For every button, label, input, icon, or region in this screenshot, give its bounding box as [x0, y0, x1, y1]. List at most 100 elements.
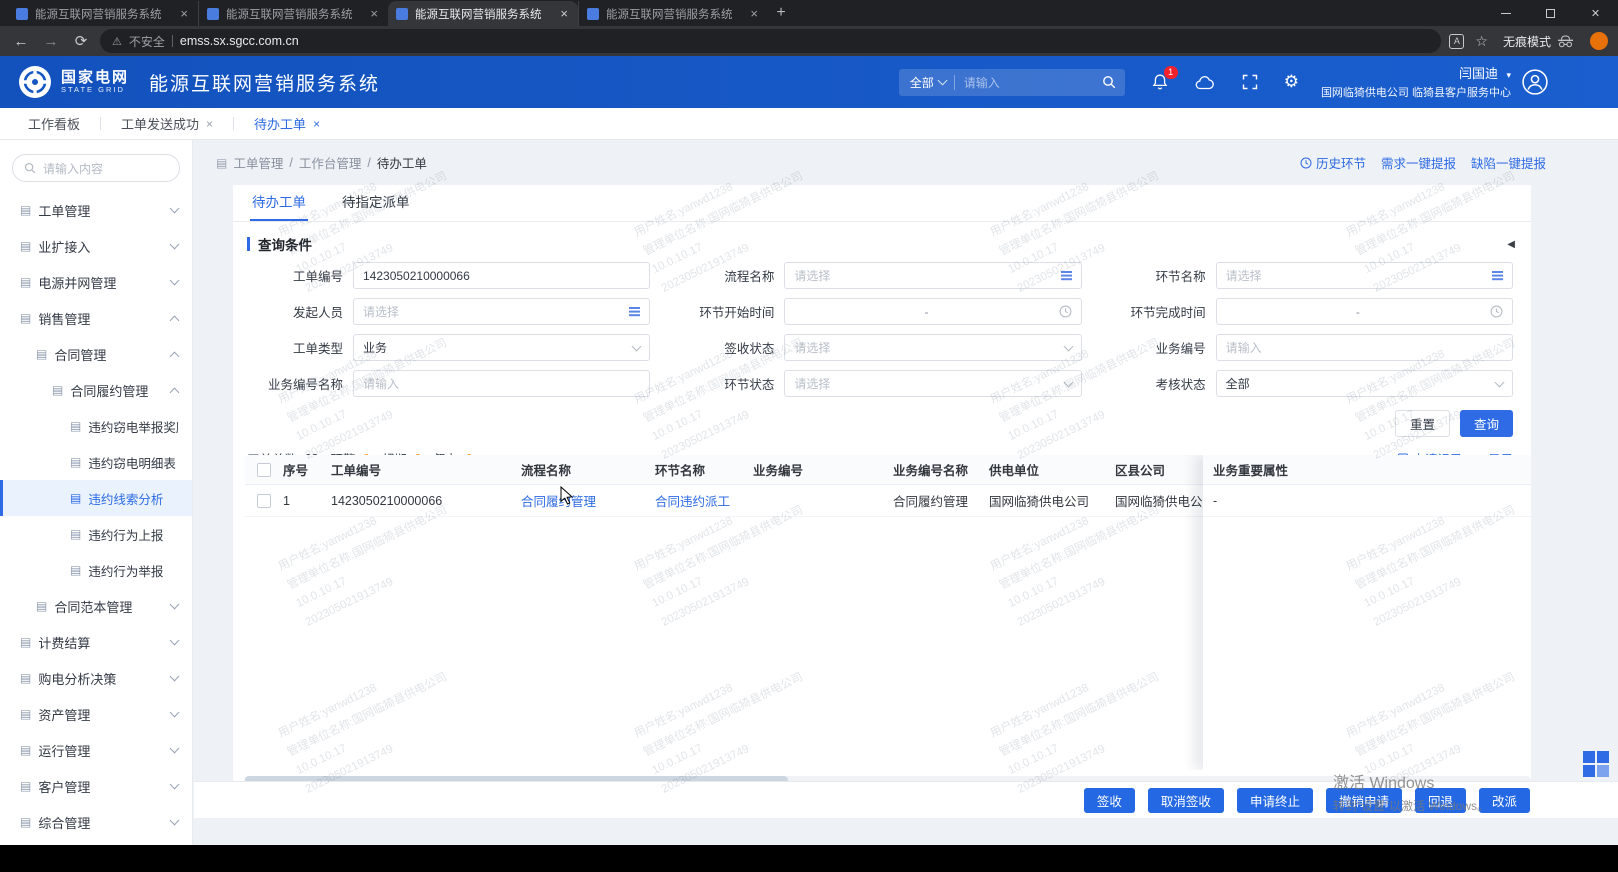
address-bar[interactable]: ⚠ 不安全 emss.sx.sgcc.com.cn	[100, 29, 1441, 53]
close-icon[interactable]: ×	[206, 117, 213, 131]
sidebar-item-grid-connection[interactable]: ▤电源并网管理	[0, 264, 192, 300]
sign-button[interactable]: 签收	[1084, 788, 1135, 813]
close-window-button[interactable]: ✕	[1573, 0, 1618, 26]
step-name-picker[interactable]: 请选择	[1216, 262, 1513, 289]
demand-report-link[interactable]: 需求一键提报	[1381, 153, 1456, 172]
step-end-time-picker[interactable]: -	[1216, 298, 1513, 325]
sidebar-item-violation-report[interactable]: ▤违约行为举报	[0, 552, 192, 588]
search-scope-select[interactable]: 全部	[899, 74, 954, 91]
close-icon[interactable]: ×	[748, 6, 760, 21]
sidebar-item-sales-mgmt[interactable]: ▤销售管理	[0, 300, 192, 336]
process-name-picker[interactable]: 请选择	[784, 262, 1081, 289]
browser-tab[interactable]: 能源互联网营销服务系统 ×	[198, 1, 388, 26]
tab-order-sent[interactable]: 工单发送成功 ×	[115, 114, 219, 133]
sidebar-item-asset-mgmt[interactable]: ▤资产管理	[0, 696, 192, 732]
sidebar-item-expansion-access[interactable]: ▤业扩接入	[0, 228, 192, 264]
field-sign-status: 签收状态 请选择	[674, 334, 1081, 361]
new-tab-button[interactable]: +	[768, 1, 794, 25]
back-icon[interactable]: ←	[10, 33, 32, 50]
user-block[interactable]: 闫国迪 ▾ 国网临猗供电公司 临猗县客户服务中心	[1321, 62, 1511, 101]
browser-tab[interactable]: 能源互联网营销服务系统 ×	[578, 1, 768, 26]
chevron-down-icon	[170, 815, 180, 825]
sidebar-item-theft-detail-table[interactable]: ▤违约窃电明细表	[0, 444, 192, 480]
fullscreen-icon[interactable]	[1242, 74, 1258, 90]
sidebar-item-purchase-analysis[interactable]: ▤购电分析决策	[0, 660, 192, 696]
sidebar-item-billing[interactable]: ▤计费结算	[0, 624, 192, 660]
sign-status-select[interactable]: 请选择	[784, 334, 1081, 361]
chevron-down-icon	[937, 75, 947, 85]
sidebar-item-operation-mgmt[interactable]: ▤运行管理	[0, 732, 192, 768]
chevron-down-icon	[170, 599, 180, 609]
cloud-icon[interactable]	[1195, 75, 1216, 90]
cancel-sign-button[interactable]: 取消签收	[1148, 788, 1224, 813]
assess-status-select[interactable]: 全部	[1216, 370, 1513, 397]
reset-button[interactable]: 重置	[1395, 410, 1450, 437]
order-no-input[interactable]	[363, 269, 640, 283]
doc-icon: ▤	[20, 635, 31, 649]
forward-icon[interactable]: →	[40, 33, 62, 50]
translate-icon[interactable]: A	[1449, 34, 1464, 49]
browser-tab[interactable]: 能源互联网营销服务系统 ×	[8, 1, 198, 26]
chevron-down-icon	[170, 275, 180, 285]
tab-work-dashboard[interactable]: 工作看板	[22, 114, 86, 133]
search-icon[interactable]	[1102, 75, 1125, 89]
sidebar-item-contract-template[interactable]: ▤合同范本管理	[0, 588, 192, 624]
maximize-button[interactable]	[1528, 0, 1573, 26]
query-form: 工单编号 流程名称 请选择 环节名称 请选择 发起人员 请选择	[243, 262, 1513, 397]
brand-block: 国家电网 STATE GRID	[61, 70, 129, 95]
row-checkbox[interactable]	[257, 494, 271, 508]
tab-todo-orders[interactable]: 待办工单 ×	[248, 114, 326, 133]
reload-icon[interactable]: ⟳	[70, 32, 92, 50]
search-button[interactable]: 查询	[1460, 410, 1513, 437]
field-order-type: 工单类型 业务	[243, 334, 650, 361]
sidebar-item-violation-report-up[interactable]: ▤违约行为上报	[0, 516, 192, 552]
clock-icon	[1059, 305, 1072, 318]
tab-todo-orders[interactable]: 待办工单	[252, 191, 306, 221]
floating-widget-icon[interactable]	[1583, 751, 1609, 777]
initiator-picker[interactable]: 请选择	[353, 298, 650, 325]
apply-terminate-button[interactable]: 申请终止	[1237, 788, 1313, 813]
browser-tab-active[interactable]: 能源互联网营销服务系统 ×	[388, 1, 578, 26]
step-start-time-picker[interactable]: -	[784, 298, 1081, 325]
sidebar-item-order-mgmt[interactable]: ▤工单管理	[0, 192, 192, 228]
history-steps-link[interactable]: 历史环节	[1300, 153, 1366, 172]
step-status-select[interactable]: 请选择	[784, 370, 1081, 397]
doc-icon: ▤	[20, 203, 31, 217]
global-search[interactable]: 全部 请输入	[899, 69, 1125, 96]
user-avatar[interactable]	[1522, 69, 1548, 95]
biz-no-input[interactable]	[1226, 341, 1503, 355]
close-icon[interactable]: ×	[368, 6, 380, 21]
notification-bell-icon[interactable]: 1	[1151, 73, 1169, 91]
accent-bar	[247, 237, 250, 251]
close-icon[interactable]: ×	[558, 6, 570, 21]
bookmark-star-icon[interactable]: ☆	[1472, 33, 1491, 50]
order-type-select[interactable]: 业务	[353, 334, 650, 361]
collapse-icon[interactable]: ◀	[1507, 239, 1515, 250]
close-icon[interactable]: ×	[178, 6, 190, 21]
brand-name: 国家电网	[61, 70, 129, 87]
sidebar-item-violation-clue-analysis[interactable]: ▤违约线索分析	[0, 480, 192, 516]
user-name[interactable]: 闫国迪	[1459, 66, 1498, 81]
list-icon	[1061, 271, 1072, 273]
process-link[interactable]: 合同履约管理	[521, 491, 655, 510]
close-icon[interactable]: ×	[313, 117, 320, 131]
query-buttons: 重置 查询	[251, 410, 1513, 437]
tab-pending-dispatch[interactable]: 待指定派单	[342, 191, 410, 221]
defect-report-link[interactable]: 缺陷一键提报	[1471, 153, 1546, 172]
gear-icon[interactable]: ⚙	[1284, 72, 1299, 92]
sidebar-search-input[interactable]: 请输入内容	[12, 154, 180, 182]
minimize-button[interactable]	[1483, 0, 1528, 26]
sidebar-item-contract-mgmt[interactable]: ▤合同管理	[0, 336, 192, 372]
step-link[interactable]: 合同违约派工	[655, 491, 753, 510]
biz-no-name-input[interactable]	[363, 377, 640, 391]
chevron-down-icon	[170, 671, 180, 681]
select-all-checkbox[interactable]	[257, 463, 271, 477]
sidebar-item-general-mgmt[interactable]: ▤综合管理	[0, 804, 192, 840]
search-input[interactable]: 请输入	[955, 74, 1102, 91]
user-organization: 国网临猗供电公司 临猗县客户服务中心	[1321, 86, 1511, 102]
sidebar-item-customer-mgmt[interactable]: ▤客户管理	[0, 768, 192, 804]
chevron-down-icon	[170, 239, 180, 249]
browser-profile-avatar[interactable]	[1590, 32, 1608, 50]
sidebar-item-theft-report-reward[interactable]: ▤违约窃电举报奖励	[0, 408, 192, 444]
sidebar-item-contract-performance[interactable]: ▤合同履约管理	[0, 372, 192, 408]
